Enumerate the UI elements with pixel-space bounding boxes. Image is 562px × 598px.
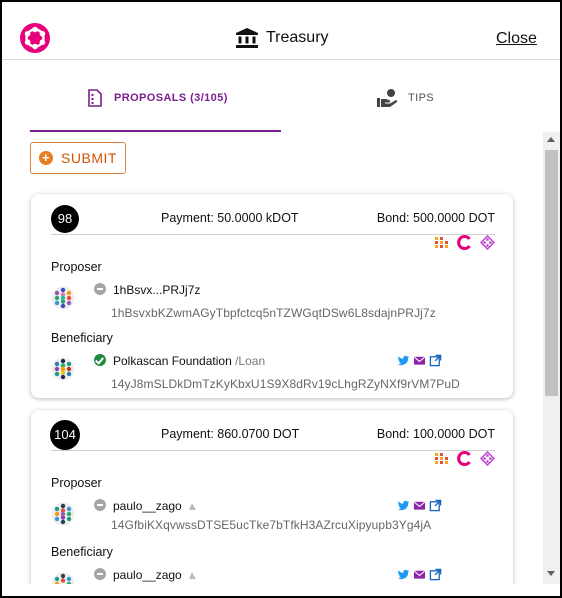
tab-proposals-label: PROPOSALS (3/105) xyxy=(114,92,228,104)
proposal-bond: Bond: 500.0000 DOT xyxy=(376,211,495,225)
identicon-avatar[interactable] xyxy=(51,572,75,584)
proposer-address[interactable]: 1hBsvxbKZwmAGyTbpfctcq5nTZWGqtDSw6L8sdaj… xyxy=(111,306,436,320)
vertical-scrollbar[interactable] xyxy=(543,132,560,584)
bank-icon xyxy=(236,28,258,48)
identicon-avatar[interactable] xyxy=(51,357,75,381)
pending-judgement-icon xyxy=(188,503,196,510)
beneficiary-address[interactable]: 14yJ8mSLDkDmTzKyKbxU1S9X8dRv19cLhgRZyNXf… xyxy=(111,377,460,391)
tab-tips[interactable]: TIPS xyxy=(376,80,434,116)
beneficiary-display-name: Polkascan Foundation xyxy=(113,354,232,368)
social-links xyxy=(397,568,442,581)
subsquare-icon[interactable] xyxy=(480,235,495,250)
email-icon[interactable] xyxy=(413,354,426,367)
hand-coin-icon xyxy=(377,89,398,107)
external-link-icon[interactable] xyxy=(429,354,442,367)
explorer-links xyxy=(434,235,495,250)
verified-identity-icon xyxy=(94,354,106,366)
close-link[interactable]: Close xyxy=(496,30,537,48)
submit-label: SUBMIT xyxy=(61,150,117,166)
polkassembly-icon[interactable] xyxy=(457,451,472,466)
beneficiary-label: Beneficiary xyxy=(51,545,113,559)
proposer-name[interactable]: 1hBsvx...PRJj7z xyxy=(113,283,200,297)
scroll-down-icon[interactable] xyxy=(547,571,555,576)
proposer-address[interactable]: 14GfbiKXqvwssDTSE5ucTke7bTfkH3AZrcuXipyu… xyxy=(111,518,431,532)
beneficiary-name[interactable]: paulo__zago xyxy=(113,568,197,582)
unverified-identity-icon xyxy=(94,568,106,580)
subscan-icon[interactable] xyxy=(434,235,449,250)
scroll-thumb[interactable] xyxy=(545,150,558,396)
proposal-payment: Payment: 860.0700 DOT xyxy=(161,427,300,441)
proposals-list: 98 Payment: 50.0000 kDOT Bond: 500.0000 … xyxy=(2,182,543,584)
proposer-name[interactable]: paulo__zago xyxy=(113,499,197,513)
polkadot-logo-icon xyxy=(20,23,50,53)
beneficiary-sub-identity: /Loan xyxy=(231,354,266,368)
page-title: Treasury xyxy=(236,26,329,50)
proposal-payment: Payment: 50.0000 kDOT xyxy=(161,211,299,225)
beneficiary-name[interactable]: Polkascan Foundation /Loan xyxy=(113,354,265,368)
proposer-display-name: paulo__zago xyxy=(113,499,182,513)
twitter-icon[interactable] xyxy=(397,499,410,512)
explorer-links xyxy=(434,451,495,466)
social-links xyxy=(397,354,442,367)
identicon-avatar[interactable] xyxy=(51,502,75,526)
submit-button[interactable]: + SUBMIT xyxy=(30,142,126,174)
unverified-identity-icon xyxy=(94,499,106,511)
tab-proposals[interactable]: PROPOSALS (3/105) xyxy=(86,80,228,116)
divider xyxy=(51,450,495,451)
identicon-avatar[interactable] xyxy=(51,286,75,310)
header-bar: Treasury Close xyxy=(2,2,560,60)
beneficiary-display-name: paulo__zago xyxy=(113,568,182,582)
beneficiary-label: Beneficiary xyxy=(51,331,113,345)
divider xyxy=(51,234,495,235)
proposer-label: Proposer xyxy=(51,260,102,274)
document-icon xyxy=(88,89,102,107)
proposal-number-badge: 98 xyxy=(51,205,79,233)
proposal-number-badge: 104 xyxy=(50,420,80,450)
pending-judgement-icon xyxy=(188,572,196,579)
external-link-icon[interactable] xyxy=(429,568,442,581)
subscan-icon[interactable] xyxy=(434,451,449,466)
unverified-identity-icon xyxy=(94,283,106,295)
title-text: Treasury xyxy=(266,29,329,46)
external-link-icon[interactable] xyxy=(429,499,442,512)
treasury-window: Treasury Close PROPOSALS (3/105) TIPS + … xyxy=(0,0,562,598)
proposer-label: Proposer xyxy=(51,476,102,490)
plus-circle-icon: + xyxy=(39,151,54,165)
tab-tips-label: TIPS xyxy=(408,92,435,104)
proposal-bond: Bond: 100.0000 DOT xyxy=(376,427,495,441)
scroll-up-icon[interactable] xyxy=(547,137,555,142)
proposal-card: 104 Payment: 860.0700 DOT Bond: 100.0000… xyxy=(31,410,513,584)
email-icon[interactable] xyxy=(413,568,426,581)
polkassembly-icon[interactable] xyxy=(457,235,472,250)
social-links xyxy=(397,499,442,512)
subsquare-icon[interactable] xyxy=(480,451,495,466)
proposal-card: 98 Payment: 50.0000 kDOT Bond: 500.0000 … xyxy=(31,194,513,398)
active-tab-indicator xyxy=(30,130,281,132)
email-icon[interactable] xyxy=(413,499,426,512)
twitter-icon[interactable] xyxy=(397,568,410,581)
twitter-icon[interactable] xyxy=(397,354,410,367)
